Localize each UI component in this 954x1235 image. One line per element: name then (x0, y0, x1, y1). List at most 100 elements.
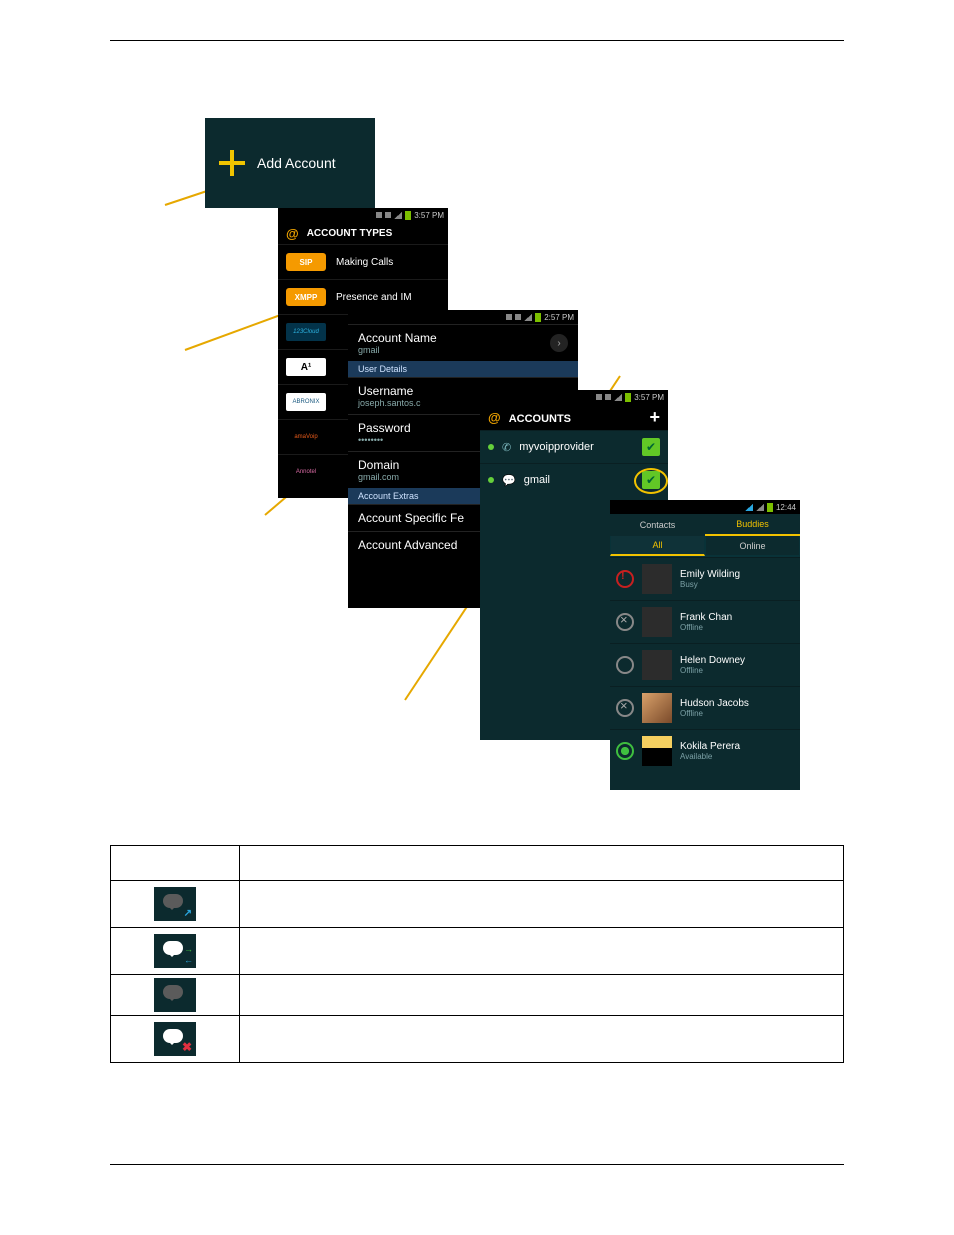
add-account-icon[interactable]: + (649, 408, 660, 426)
clock: 12:44 (776, 503, 796, 512)
battery-icon (767, 503, 773, 512)
status-dot-icon (488, 444, 494, 450)
status-bar: 2:57 PM (348, 310, 578, 324)
title-text: ACCOUNT TYPES (307, 228, 393, 239)
buddy-name: Kokila Perera (680, 741, 740, 752)
message-disabled-icon (154, 978, 196, 1012)
wifi-icon (745, 504, 753, 511)
message-outgoing-icon: ↗ (154, 887, 196, 921)
provider-logo: 123Cloud (286, 323, 326, 341)
provider-logo: A¹ (286, 358, 326, 376)
presence-busy-icon (616, 570, 634, 588)
add-account-label: Add Account (257, 155, 336, 171)
provider-logo: amaVoip (286, 428, 326, 446)
account-name-row[interactable]: Account Name gmail › (348, 324, 578, 361)
account-type-sip[interactable]: SIP Making Calls (278, 244, 448, 279)
status-icon (506, 314, 512, 320)
tab-contacts[interactable]: Contacts (610, 514, 705, 536)
add-account-tile[interactable]: Add Account (205, 118, 375, 208)
presence-offline-icon (616, 613, 634, 631)
account-types-title: @ ACCOUNT TYPES (278, 222, 448, 244)
clock: 3:57 PM (634, 393, 664, 402)
buddy-row[interactable]: Emily Wilding Busy (610, 557, 800, 600)
chevron-right-icon[interactable]: › (550, 334, 568, 352)
tab-buddies[interactable]: Buddies (705, 514, 800, 536)
status-icon (515, 314, 521, 320)
account-name-label: Account Name (358, 331, 437, 345)
signal-icon (524, 314, 532, 321)
avatar (642, 650, 672, 680)
status-dot-icon (488, 477, 494, 483)
status-icon (605, 394, 611, 400)
table-row: ↗ (111, 881, 844, 928)
buddy-status: Offline (680, 623, 732, 632)
signal-icon (394, 212, 402, 219)
status-icon (596, 394, 602, 400)
header-meaning (240, 846, 844, 881)
provider-logo: ABRONIX (286, 393, 326, 411)
account-row-voip[interactable]: ✆ myvoipprovider ✔ (480, 430, 668, 463)
accounts-title-bar: @ ACCOUNTS + (480, 404, 668, 430)
buddy-row[interactable]: Kokila Perera Available (610, 729, 800, 772)
meaning-cell (240, 975, 844, 1016)
clock: 3:57 PM (414, 211, 444, 220)
phone-icon: ✆ (502, 441, 511, 454)
battery-icon (625, 393, 631, 402)
status-bar: 3:57 PM (278, 208, 448, 222)
table-row: →← (111, 928, 844, 975)
at-icon: @ (488, 410, 501, 425)
table-row (111, 975, 844, 1016)
message-both-icon: →← (154, 934, 196, 968)
signal-icon (756, 504, 764, 511)
buddy-row[interactable]: Frank Chan Offline (610, 600, 800, 643)
table-row: ✖ (111, 1016, 844, 1063)
meaning-cell (240, 928, 844, 975)
battery-icon (405, 211, 411, 220)
buddy-status: Available (680, 752, 740, 761)
buddy-name: Hudson Jacobs (680, 698, 749, 709)
buddy-status: Offline (680, 709, 749, 718)
meaning-cell (240, 1016, 844, 1063)
subtab-all[interactable]: All (610, 536, 705, 556)
xmpp-badge: XMPP (286, 288, 326, 306)
meaning-cell (240, 881, 844, 928)
plus-icon (219, 150, 245, 176)
account-label: gmail (524, 474, 550, 486)
status-icon (385, 212, 391, 218)
presence-available-icon (616, 742, 634, 760)
highlight-ring (634, 468, 668, 494)
buddies-phone: 12:44 Contacts Buddies All Online Emily … (610, 500, 800, 790)
buddy-status: Offline (680, 666, 745, 675)
presence-offline-icon (616, 699, 634, 717)
icon-cell: ↗ (111, 881, 240, 928)
buddy-row[interactable]: Helen Downey Offline (610, 643, 800, 686)
at-icon: @ (286, 226, 299, 241)
sip-label: Making Calls (336, 257, 393, 268)
buddy-name: Helen Downey (680, 655, 745, 666)
presence-unknown-icon (616, 656, 634, 674)
avatar (642, 736, 672, 766)
account-name-value: gmail (358, 345, 437, 355)
avatar (642, 607, 672, 637)
buddy-row[interactable]: Hudson Jacobs Offline (610, 686, 800, 729)
status-icon (376, 212, 382, 218)
check-icon[interactable]: ✔ (642, 438, 660, 456)
battery-icon (535, 313, 541, 322)
screenshot-stage: Add Account 3:57 PM @ ACCOUNT TYPES SIP … (110, 110, 844, 800)
rule-top (110, 40, 844, 41)
status-bar: 12:44 (610, 500, 800, 514)
accounts-title: ACCOUNTS (509, 413, 571, 425)
section-user-details: User Details (348, 361, 578, 377)
buddy-status: Busy (680, 580, 740, 589)
buddy-name: Frank Chan (680, 612, 732, 623)
account-label: myvoipprovider (519, 441, 594, 453)
buddy-name: Emily Wilding (680, 569, 740, 580)
account-type-xmpp[interactable]: XMPP Presence and IM (278, 279, 448, 314)
icon-cell: ✖ (111, 1016, 240, 1063)
icon-legend-table: ↗ →← (110, 845, 844, 1063)
subtab-online[interactable]: Online (705, 536, 800, 556)
account-row-gmail[interactable]: 💬 gmail ✔ (480, 463, 668, 496)
sub-tabs: All Online (610, 536, 800, 557)
document-page: Add Account 3:57 PM @ ACCOUNT TYPES SIP … (0, 0, 954, 1235)
rule-bottom (110, 1164, 844, 1165)
